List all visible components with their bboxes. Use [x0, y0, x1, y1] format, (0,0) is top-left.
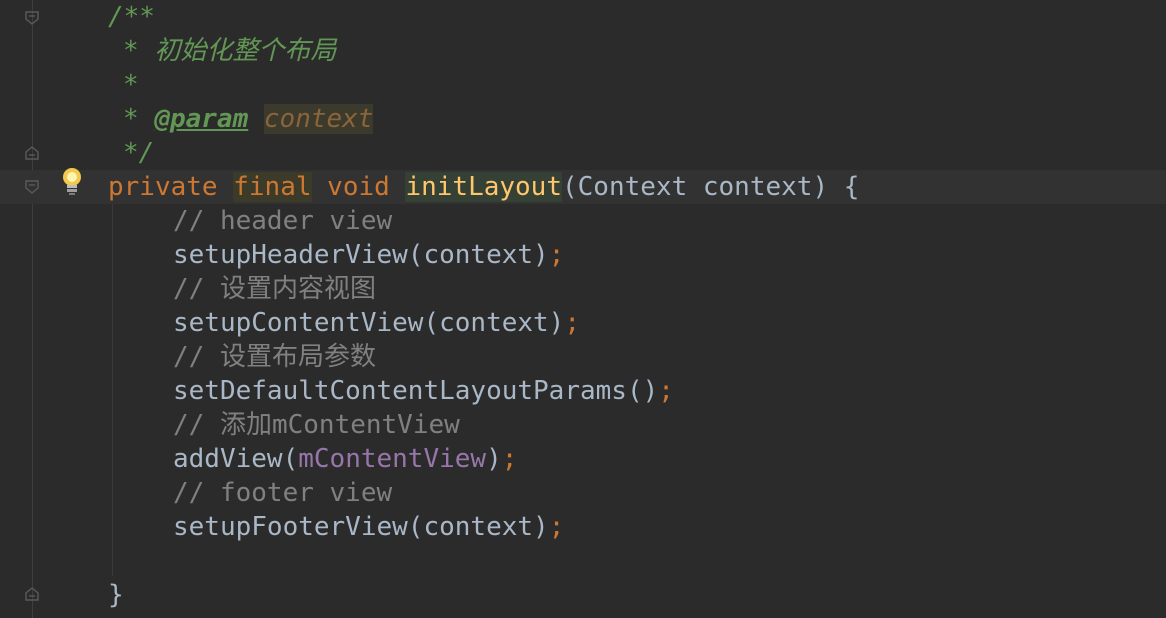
fold-collapse-icon[interactable]	[24, 10, 40, 26]
javadoc-param-tag: @param	[154, 104, 249, 134]
method-call: setupHeaderView(context)	[173, 240, 549, 270]
javadoc-description-line: * 初始化整个布局	[123, 34, 336, 68]
line-comment: // header view	[173, 206, 393, 236]
method-call: setupContentView(context)	[173, 308, 565, 338]
fold-end-icon[interactable]	[24, 145, 40, 161]
semicolon: ;	[501, 444, 518, 474]
method-signature: private final void initLayout(Context co…	[108, 170, 859, 204]
statement: setupHeaderView(context);	[173, 238, 564, 272]
javadoc-star: *	[123, 70, 139, 100]
statement: addView(mContentView);	[173, 442, 517, 476]
gutter-separator	[32, 0, 33, 618]
fold-collapse-icon[interactable]	[24, 179, 40, 195]
editor-gutter	[0, 0, 60, 618]
field-reference: mContentView	[298, 444, 487, 474]
semicolon: ;	[548, 512, 565, 542]
indent-guide	[112, 204, 113, 576]
fold-end-icon[interactable]	[24, 586, 40, 602]
javadoc-description: 初始化整个布局	[154, 36, 337, 66]
method-params: (Context context) {	[562, 172, 860, 202]
javadoc-param-line: * @param context	[123, 102, 374, 136]
javadoc-open: /**	[108, 2, 155, 32]
line-comment: // 添加mContentView	[173, 410, 460, 440]
line-comment: // 设置布局参数	[173, 342, 376, 372]
method-call-end: )	[486, 444, 502, 474]
method-call-start: addView(	[173, 444, 299, 474]
semicolon: ;	[658, 376, 674, 406]
keyword-private: private	[108, 172, 218, 202]
statement: setupFooterView(context);	[173, 510, 564, 544]
lightbulb-intention-icon[interactable]	[60, 166, 84, 196]
line-comment: // footer view	[173, 478, 393, 508]
javadoc-close: */	[123, 138, 155, 168]
javadoc-star: *	[123, 36, 139, 66]
statement: setupContentView(context);	[173, 306, 580, 340]
javadoc-param-name: context	[263, 104, 374, 134]
keyword-void: void	[327, 172, 390, 202]
semicolon: ;	[564, 308, 580, 338]
line-comment: // 设置内容视图	[173, 274, 376, 304]
statement: setDefaultContentLayoutParams();	[173, 374, 674, 408]
javadoc-star: *	[123, 104, 139, 134]
keyword-final: final	[233, 172, 312, 202]
method-call: setupFooterView(context)	[173, 512, 549, 542]
closing-brace: }	[108, 580, 124, 610]
method-call: setDefaultContentLayoutParams()	[173, 376, 659, 406]
semicolon: ;	[548, 240, 565, 270]
method-name: initLayout	[405, 172, 562, 202]
